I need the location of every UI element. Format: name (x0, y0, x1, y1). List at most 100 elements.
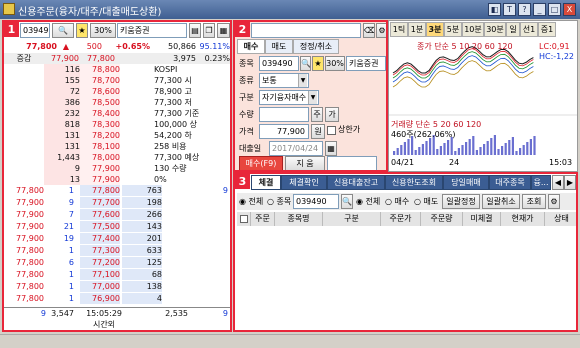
close-button[interactable]: X (563, 3, 576, 16)
exec-tab-3[interactable]: 신용한도조회 (385, 175, 443, 190)
chart-tab-2[interactable]: 3분 (426, 22, 444, 37)
qty-input[interactable] (259, 107, 309, 122)
search-button[interactable]: 🔍 (52, 23, 74, 38)
ask-row[interactable]: 9 77,900 130 수량 (4, 163, 230, 174)
ask-row[interactable]: 131 78,200 54,200 하 (4, 130, 230, 141)
exec-tab-6[interactable]: 융... (531, 175, 551, 190)
ask-price[interactable]: 78,400 (80, 108, 120, 119)
ask-price[interactable]: 78,700 (80, 75, 120, 86)
filter-code-select[interactable]: 039490 (293, 194, 339, 209)
chart-tab-6[interactable]: 일 (506, 22, 520, 37)
chart-tab-4[interactable]: 10분 (462, 22, 484, 37)
bid-row[interactable]: 77,900 19 77,400 201 (4, 233, 230, 245)
column-header-7[interactable]: 상태 (545, 212, 576, 226)
exec-tab-0[interactable]: 체결 (251, 175, 281, 190)
minimize-button[interactable]: _ (533, 3, 546, 16)
column-header-4[interactable]: 주문량 (421, 212, 463, 226)
maximize-button[interactable]: □ (548, 3, 561, 16)
bid-price[interactable]: 77,700 (80, 197, 120, 208)
tab-sell[interactable]: 매도 (265, 39, 293, 54)
ask-price[interactable]: 77,900 (80, 174, 120, 185)
radio-all[interactable]: ◉ 전체 (239, 195, 263, 208)
bid-row[interactable]: 77,800 1 77,800 763 9 (4, 185, 230, 197)
qty-unit-button[interactable]: 주 (311, 107, 323, 122)
exec-tab-4[interactable]: 당일매매 (443, 175, 489, 190)
search-icon[interactable]: 🔍 (341, 194, 353, 209)
radio-buy[interactable]: ○ 매수 (385, 195, 409, 208)
bid-row[interactable]: 77,800 1 77,300 633 (4, 245, 230, 257)
bid-price[interactable]: 77,300 (80, 245, 120, 256)
bid-price[interactable]: 77,600 (80, 209, 120, 220)
stock-name-field[interactable]: 키움증권 (117, 23, 187, 38)
link-icon[interactable]: ◧ (488, 3, 501, 16)
bulk-cancel-button[interactable]: 일괄취소 (482, 194, 520, 209)
ask-row[interactable]: 232 78,400 77,300 기준 (4, 108, 230, 119)
ask-price[interactable]: 78,500 (80, 97, 120, 108)
bid-price[interactable]: 76,900 (80, 293, 120, 304)
price-input[interactable]: 77,900 (259, 124, 309, 139)
column-header-3[interactable]: 주문가 (381, 212, 421, 226)
order-extra-field[interactable] (327, 156, 377, 170)
bulk-modify-button[interactable]: 일괄정정 (442, 194, 480, 209)
star-icon[interactable]: ★ (76, 23, 88, 38)
ask-row[interactable]: 1,443 78,000 77,300 예상 (4, 152, 230, 163)
copy-icon[interactable]: ❐ (203, 23, 215, 38)
account-select[interactable] (251, 23, 361, 38)
column-header-1[interactable]: 종목명 (275, 212, 323, 226)
calendar-icon[interactable]: ▦ (325, 141, 337, 156)
radio-code[interactable]: ○ 종목 (267, 195, 291, 208)
bid-row[interactable]: 77,800 1 76,900 4 (4, 293, 230, 305)
chevron-left-icon[interactable]: ◀ (552, 175, 564, 190)
chart-tab-3[interactable]: 5분 (444, 22, 462, 37)
bid-price[interactable]: 77,200 (80, 257, 120, 268)
exec-tab-5[interactable]: 대주종목 (489, 175, 531, 190)
bid-price[interactable]: 77,000 (80, 281, 120, 292)
exec-tab-2[interactable]: 신용대출잔고 (327, 175, 385, 190)
ask-price[interactable]: 78,000 (80, 152, 120, 163)
help-button[interactable]: ? (518, 3, 531, 16)
ask-price[interactable]: 78,300 (80, 119, 120, 130)
exec-tab-1[interactable]: 체결확인 (281, 175, 327, 190)
query-button[interactable]: 조회 (522, 194, 546, 209)
bid-row[interactable]: 77,900 21 77,500 143 (4, 221, 230, 233)
bid-row[interactable]: 77,800 1 77,000 138 (4, 281, 230, 293)
ask-row[interactable]: 116 78,800 KOSPI (4, 64, 230, 75)
chart-tab-7[interactable]: 선1 (520, 22, 538, 37)
chevron-down-icon[interactable]: ▼ (308, 91, 317, 104)
bid-row[interactable]: 77,900 9 77,700 198 (4, 197, 230, 209)
tab-modify-cancel[interactable]: 정정/취소 (293, 39, 339, 54)
tab-buy[interactable]: 매수 (237, 39, 265, 54)
upper-limit-checkbox[interactable] (327, 126, 336, 135)
column-header-6[interactable]: 현재가 (501, 212, 545, 226)
gear-icon[interactable]: ⚙ (548, 194, 560, 209)
clear-button[interactable]: 지 움 (285, 156, 325, 170)
ask-row[interactable]: 131 78,100 258 비용 (4, 141, 230, 152)
chart-tab-5[interactable]: 30분 (484, 22, 506, 37)
ask-price[interactable]: 78,100 (80, 141, 120, 152)
column-header-5[interactable]: 미체결 (463, 212, 501, 226)
ask-price[interactable]: 77,900 (80, 163, 120, 174)
grid-icon[interactable]: ▦ (217, 23, 230, 38)
column-header-2[interactable]: 구분 (323, 212, 381, 226)
qty-calc-button[interactable]: 가 (325, 107, 339, 122)
ask-row[interactable]: 72 78,600 78,900 고 (4, 86, 230, 97)
bid-price[interactable]: 77,100 (80, 269, 120, 280)
bid-price[interactable]: 77,400 (80, 233, 120, 244)
ask-price[interactable]: 78,600 (80, 86, 120, 97)
stock-code-select[interactable]: 039490 (20, 23, 50, 38)
radio-sell[interactable]: ○ 매도 (414, 195, 438, 208)
ask-price[interactable]: 78,200 (80, 130, 120, 141)
ask-row[interactable]: 818 78,300 100,000 상 (4, 119, 230, 130)
radio-all-side[interactable]: ◉ 전체 (356, 195, 380, 208)
text-icon[interactable]: T (503, 3, 516, 16)
chevron-down-icon[interactable]: ▼ (298, 74, 307, 87)
loan-date-input[interactable]: 2017/04/24 (269, 141, 323, 156)
ask-price[interactable]: 78,800 (80, 64, 120, 75)
chart-tab-0[interactable]: 1틱 (390, 22, 408, 37)
ask-row[interactable]: 386 78,500 77,300 저 (4, 97, 230, 108)
ask-row[interactable]: 13 77,900 0% (4, 174, 230, 185)
bid-row[interactable]: 77,800 1 77,100 68 (4, 269, 230, 281)
ask-row[interactable]: 155 78,700 77,300 시 (4, 75, 230, 86)
column-header-0[interactable]: 주문 (251, 212, 275, 226)
select-all-checkbox[interactable] (237, 212, 251, 226)
